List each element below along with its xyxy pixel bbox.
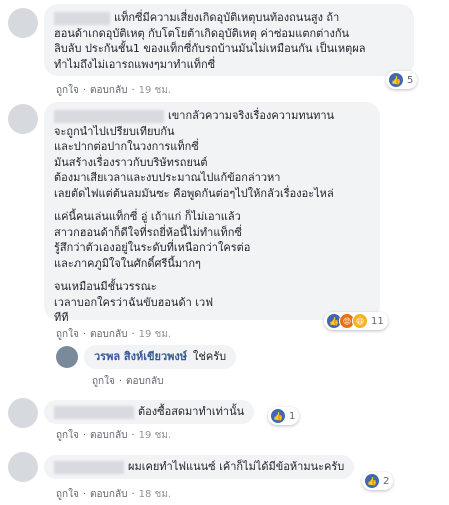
avatar[interactable] bbox=[8, 452, 38, 482]
author-name-redacted[interactable] bbox=[54, 11, 110, 25]
reply-link[interactable]: ตอบกลับ bbox=[90, 489, 127, 500]
reaction-summary[interactable]: 👍 😡 😆 11 bbox=[324, 312, 388, 330]
avatar[interactable] bbox=[8, 398, 38, 428]
avatar[interactable] bbox=[8, 8, 38, 38]
comment-actions: ถูกใจ · ตอบกลับ · 19 ชม. bbox=[56, 85, 172, 96]
comment-text: จะถูกนำไปเปรียบเทียบกัน bbox=[54, 124, 175, 138]
reply-bubble: วรพล สิงห์เขียวพงษ์ ใช่ครับ bbox=[84, 345, 237, 369]
comment-time[interactable]: 19 ชม. bbox=[139, 329, 171, 340]
reply-link[interactable]: ตอบกลับ bbox=[90, 430, 127, 441]
comment-text: รู้สึกว่าตัวเองอยู่ในระดับที่เหนือกว่าใค… bbox=[54, 241, 251, 254]
like-link[interactable]: ถูกใจ bbox=[56, 329, 79, 340]
comment-text: จนเหมือนมีชั้นวรรณะ bbox=[54, 280, 157, 293]
author-name-redacted[interactable] bbox=[54, 405, 134, 419]
comment-text: เวลาบอกใครว่าฉันขับฮอนด้า เวฟ bbox=[54, 295, 213, 309]
reaction-summary[interactable]: 👍 2 bbox=[362, 472, 394, 490]
comment-text: ทีที bbox=[54, 311, 69, 324]
like-icon: 👍 bbox=[388, 72, 404, 88]
comment-text: ลิบลับ ประกันชั้น1 ของแท็กซี่กับรถบ้านมั… bbox=[54, 42, 366, 55]
comment-text: ใช่ครับ bbox=[193, 350, 227, 363]
comment-text: ต้องซื้อสดมาทำเท่านั้น bbox=[138, 405, 245, 418]
comment-text: สาวกฮอนด้าก็ดีใจที่รถยี่ห้อนี้ไม่ทำแท็กซ… bbox=[54, 225, 242, 239]
like-link[interactable]: ถูกใจ bbox=[56, 489, 79, 500]
comment-time[interactable]: 19 ชม. bbox=[139, 85, 171, 96]
author-name-redacted[interactable] bbox=[54, 460, 124, 474]
comment-text: และปากต่อปากในวงการแท็กซี่ bbox=[54, 140, 199, 153]
comment-actions: ถูกใจ · ตอบกลับ · 19 ชม. bbox=[56, 430, 172, 441]
avatar[interactable] bbox=[8, 104, 38, 134]
comment-text: ผมเคยทำไฟแนนซ์ เค้าก็ไม่ได้มีข้อห้ามนะคร… bbox=[128, 460, 345, 473]
comment-bubble: เขากลัวความจริงเรื่องความทนทาน จะถูกนำไป… bbox=[44, 102, 380, 324]
like-icon: 👍 bbox=[270, 408, 286, 424]
like-link[interactable]: ถูกใจ bbox=[56, 430, 79, 441]
like-icon: 👍 bbox=[364, 473, 380, 489]
reaction-summary[interactable]: 👍 5 bbox=[386, 71, 418, 89]
comment-text: เลยตัดไฟแต่ต้นลมมันซะ คือพูดกันต่อๆไปให้… bbox=[54, 186, 334, 200]
reaction-summary[interactable]: 👍 1 bbox=[268, 407, 300, 425]
reply-link[interactable]: ตอบกลับ bbox=[90, 329, 127, 340]
reply-link[interactable]: ตอบกลับ bbox=[90, 85, 127, 96]
comment-text: แท็กซี่มีความเสี่ยงเกิดอุบัติเหตุบนท้องถ… bbox=[114, 11, 340, 24]
comment-text: แค่นี้คนเล่นแท็กซี่ อู่ เถ้าแก่ ก็ไม่เอา… bbox=[54, 210, 241, 223]
comment-actions: ถูกใจ · ตอบกลับ bbox=[92, 376, 164, 387]
author-name[interactable]: วรพล สิงห์เขียวพงษ์ bbox=[94, 350, 187, 363]
comment-text: ฮอนด้าเกดอุบัติเหตุ กับโตโยต้าเกิดอุบัติ… bbox=[54, 26, 350, 40]
like-link[interactable]: ถูกใจ bbox=[92, 376, 115, 387]
comment-actions: ถูกใจ · ตอบกลับ · 18 ชม. bbox=[56, 489, 172, 500]
comment-text: มันสร้างเรื่องราวกับบริษัทรถยนต์ bbox=[54, 155, 208, 169]
comment-time[interactable]: 18 ชม. bbox=[139, 489, 171, 500]
comment-actions: ถูกใจ · ตอบกลับ · 19 ชม. bbox=[56, 329, 172, 340]
comment-text: และภาคภูมิใจในศักดิ์ศรีนี้มากๆ bbox=[54, 256, 201, 270]
avatar[interactable] bbox=[56, 346, 78, 368]
comment-text: เขากลัวความจริงเรื่องความทนทาน bbox=[168, 109, 335, 122]
haha-icon: 😆 bbox=[352, 313, 368, 329]
comment-text: ต้องมาเสียเวลาและงบประมาณไปแก้ข้อกล่าวหา bbox=[54, 171, 281, 184]
comment-text: ทำไมถึงไม่เอารถแพงๆมาทำแท็กซี่ bbox=[54, 57, 216, 71]
like-link[interactable]: ถูกใจ bbox=[56, 85, 79, 96]
comment-bubble: แท็กซี่มีความเสี่ยงเกิดอุบัติเหตุบนท้องถ… bbox=[44, 4, 414, 76]
author-name-redacted[interactable] bbox=[54, 109, 164, 123]
comment-time[interactable]: 19 ชม. bbox=[139, 430, 171, 441]
comment-bubble: ต้องซื้อสดมาทำเท่านั้น bbox=[44, 400, 255, 424]
comment-bubble: ผมเคยทำไฟแนนซ์ เค้าก็ไม่ได้มีข้อห้ามนะคร… bbox=[44, 455, 355, 479]
reply-link[interactable]: ตอบกลับ bbox=[126, 376, 163, 387]
